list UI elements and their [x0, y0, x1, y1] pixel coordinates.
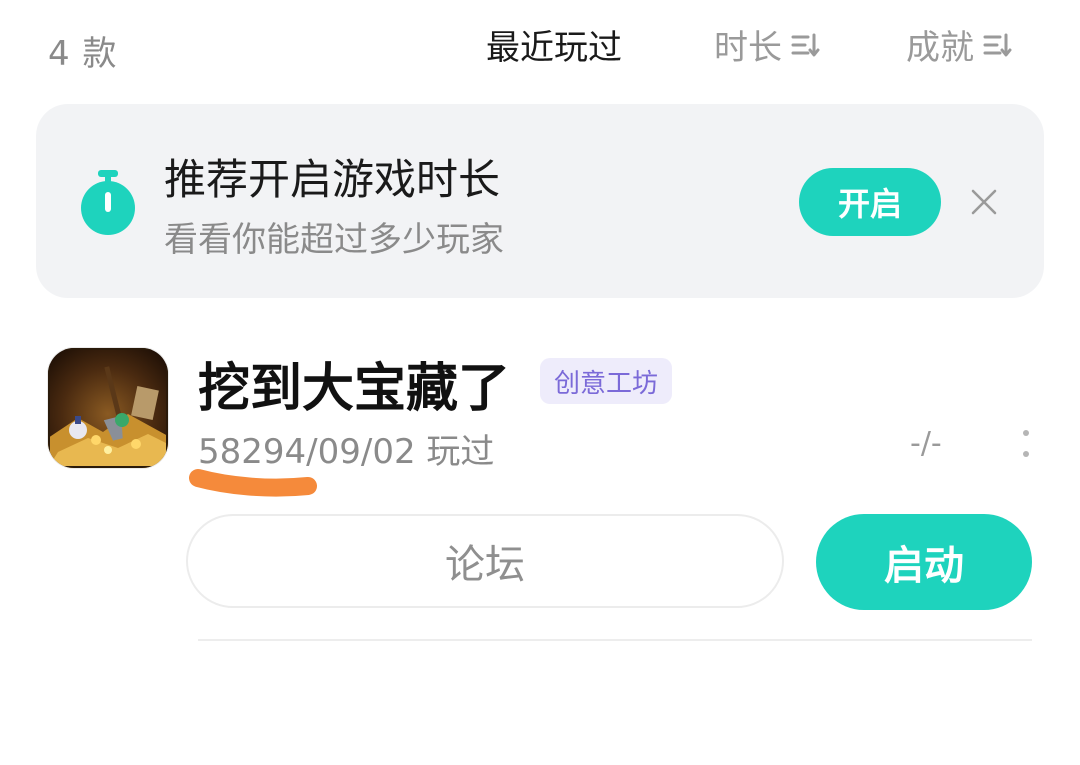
sort-icon — [982, 30, 1012, 60]
more-vertical-icon[interactable] — [1020, 428, 1032, 464]
close-icon[interactable] — [970, 188, 998, 220]
timer-icon — [78, 170, 138, 242]
tab-achievements[interactable]: 成就 — [906, 20, 1012, 69]
workshop-tag: 创意工坊 — [540, 358, 673, 404]
tab-recently-played[interactable]: 最近玩过 — [486, 20, 622, 69]
enable-playtime-button[interactable]: 开启 — [799, 168, 941, 236]
tab-label: 最近玩过 — [486, 28, 622, 68]
sort-icon — [790, 30, 820, 60]
tab-duration[interactable]: 时长 — [714, 20, 820, 69]
orange-annotation-mark — [188, 468, 322, 512]
game-title[interactable]: 挖到大宝藏了 — [198, 346, 510, 421]
launch-button[interactable]: 启动 — [816, 514, 1032, 610]
game-count: 4 款 — [48, 34, 118, 74]
game-cover-image[interactable] — [48, 348, 168, 468]
last-played-date: 58294/09/02 玩过 — [198, 432, 495, 472]
divider — [198, 639, 1032, 641]
tab-label: 成就 — [906, 28, 974, 68]
playtime-value: -/- — [910, 426, 942, 461]
tab-label: 时长 — [714, 28, 782, 68]
banner-subtitle: 看看你能超过多少玩家 — [164, 220, 504, 260]
banner-title: 推荐开启游戏时长 — [164, 155, 501, 204]
forum-button[interactable]: 论坛 — [186, 514, 784, 608]
